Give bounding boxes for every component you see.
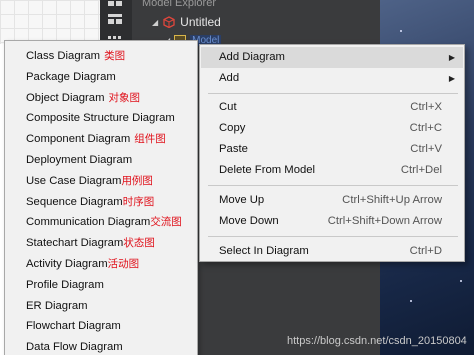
shortcut-label: Ctrl+C	[409, 122, 442, 134]
menu-item-cut[interactable]: Cut Ctrl+X	[201, 97, 463, 118]
submenu-item-label: Object Diagram	[26, 91, 105, 104]
menu-item-label: Select In Diagram	[219, 245, 309, 257]
context-menu: Add Diagram ▶ Add ▶ Cut Ctrl+X Copy Ctrl…	[199, 44, 465, 262]
submenu-item-sequence-diagram[interactable]: Sequence Diagram时序图	[26, 192, 196, 212]
submenu-item-component-diagram[interactable]: Component Diagram 组件图	[26, 129, 196, 149]
chinese-annotation: 对象图	[108, 91, 140, 104]
submenu-item-flowchart-diagram[interactable]: Flowchart Diagram	[26, 316, 196, 336]
chinese-annotation: 状态图	[123, 237, 155, 250]
shortcut-label: Ctrl+Shift+Down Arrow	[327, 215, 442, 227]
menu-separator	[208, 236, 458, 237]
menu-item-add-diagram[interactable]: Add Diagram ▶	[201, 47, 463, 68]
project-cube-icon	[163, 16, 175, 28]
menu-item-label: Cut	[219, 101, 237, 113]
submenu-item-deployment-diagram[interactable]: Deployment Diagram	[26, 150, 196, 170]
submenu-item-label: Profile Diagram	[26, 278, 104, 291]
menu-item-move-down[interactable]: Move Down Ctrl+Shift+Down Arrow	[201, 211, 463, 232]
menu-separator	[208, 93, 458, 94]
submenu-item-class-diagram[interactable]: Class Diagram 类图	[26, 46, 196, 66]
submenu-item-label: Communication Diagram	[26, 216, 151, 229]
submenu-item-label: Data Flow Diagram	[26, 341, 123, 354]
menu-item-label: Copy	[219, 122, 246, 134]
submenu-item-label: Deployment Diagram	[26, 154, 133, 166]
shortcut-label: Ctrl+Shift+Up Arrow	[342, 194, 442, 206]
menu-item-label: Move Down	[219, 215, 279, 227]
submenu-item-label: Class Diagram	[26, 50, 101, 62]
submenu-item-data-flow-diagram[interactable]: Data Flow Diagram	[26, 337, 196, 355]
submenu-item-use-case-diagram[interactable]: Use Case Diagram用例图	[26, 171, 196, 191]
shortcut-label: Ctrl+V	[410, 143, 442, 155]
chinese-annotation: 类图	[104, 50, 126, 62]
menu-item-delete-from-model[interactable]: Delete From Model Ctrl+Del	[201, 160, 463, 181]
explorer-title: Model Explorer	[142, 0, 216, 9]
menu-item-copy[interactable]: Copy Ctrl+C	[201, 118, 463, 139]
submenu-item-label: Composite Structure Diagram	[26, 112, 175, 125]
chinese-annotation: 时序图	[122, 195, 155, 208]
submenu-item-composite-structure-diagram[interactable]: Composite Structure Diagram	[26, 108, 196, 128]
submenu-item-statechart-diagram[interactable]: Statechart Diagram状态图	[26, 233, 196, 253]
grid-view-icon[interactable]	[108, 0, 124, 8]
submenu-arrow-icon: ▶	[448, 53, 455, 62]
submenu-item-label: ER Diagram	[26, 299, 88, 312]
diagram-canvas[interactable]	[0, 0, 100, 44]
shortcut-label: Ctrl+Del	[400, 164, 442, 176]
submenu-item-object-diagram[interactable]: Object Diagram 对象图	[26, 88, 196, 108]
list-view-icon[interactable]	[108, 14, 124, 28]
chinese-annotation: 用例图	[121, 174, 153, 187]
watermark: https://blog.csdn.net/csdn_20150804	[287, 335, 467, 347]
menu-item-label: Add Diagram	[219, 51, 285, 63]
menu-separator	[208, 185, 458, 186]
menu-item-label: Delete From Model	[219, 164, 316, 176]
submenu-item-communication-diagram[interactable]: Communication Diagram交流图	[26, 212, 196, 232]
submenu-item-label: Package Diagram	[26, 70, 116, 83]
menu-item-paste[interactable]: Paste Ctrl+V	[201, 139, 463, 160]
submenu-item-label: Activity Diagram	[26, 258, 108, 270]
submenu-item-label: Statechart Diagram	[26, 237, 124, 250]
add-diagram-submenu: Class Diagram 类图 Package Diagram Object Dia…	[4, 40, 198, 355]
chinese-annotation: 交流图	[150, 216, 182, 229]
menu-item-select-in-diagram[interactable]: Select In Diagram Ctrl+D	[201, 241, 463, 262]
chinese-annotation: 组件图	[134, 133, 166, 146]
collapse-triangle-icon[interactable]: ◢	[152, 18, 158, 27]
submenu-item-package-diagram[interactable]: Package Diagram	[26, 67, 196, 87]
submenu-item-label: Sequence Diagram	[26, 195, 123, 208]
submenu-item-label: Use Case Diagram	[26, 174, 122, 187]
menu-item-label: Add	[219, 72, 240, 84]
submenu-arrow-icon: ▶	[448, 74, 455, 83]
shortcut-label: Ctrl+X	[410, 101, 442, 113]
project-label: Untitled	[180, 15, 221, 29]
shortcut-label: Ctrl+D	[409, 245, 442, 257]
submenu-item-label: Flowchart Diagram	[26, 320, 121, 333]
menu-item-label: Move Up	[219, 194, 265, 206]
submenu-item-activity-diagram[interactable]: Activity Diagram活动图	[26, 254, 196, 274]
menu-item-add[interactable]: Add ▶	[201, 68, 463, 89]
tree-item-project[interactable]: ◢ Untitled	[152, 14, 221, 30]
menu-item-move-up[interactable]: Move Up Ctrl+Shift+Up Arrow	[201, 190, 463, 211]
submenu-item-profile-diagram[interactable]: Profile Diagram	[26, 275, 196, 295]
menu-item-label: Paste	[219, 143, 248, 155]
submenu-item-er-diagram[interactable]: ER Diagram	[26, 296, 196, 316]
chinese-annotation: 活动图	[107, 258, 140, 270]
submenu-item-label: Component Diagram	[26, 133, 131, 146]
